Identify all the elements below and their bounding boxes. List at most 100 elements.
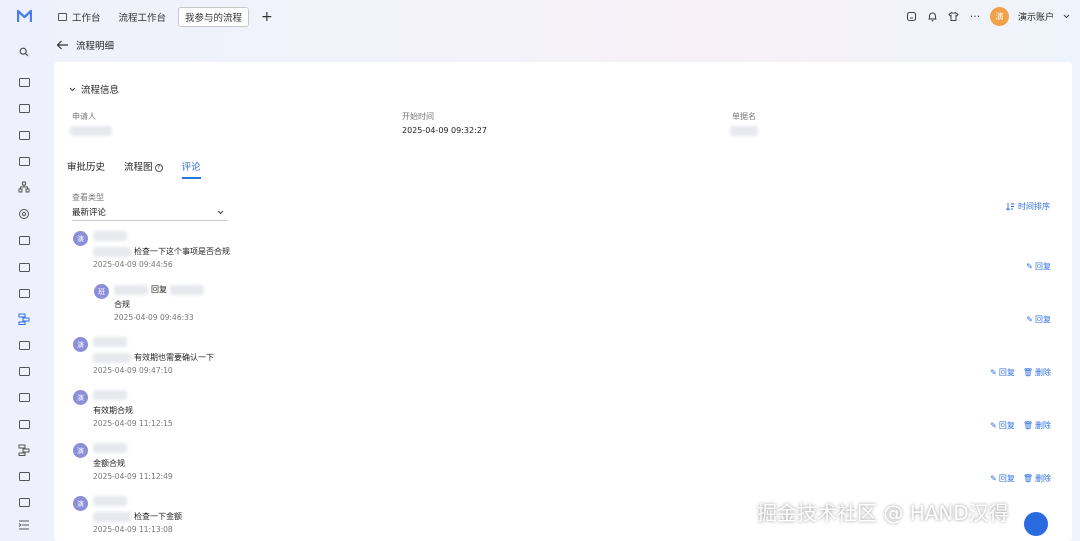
back-arrow-icon[interactable] (56, 40, 69, 50)
sort-label: 时间排序 (1018, 202, 1050, 211)
sidebar-item-5[interactable] (17, 180, 31, 194)
search-button[interactable] (14, 42, 34, 62)
avatar: 演 (73, 390, 88, 405)
top-right-toolbar: ··· 演 演示账户 (906, 7, 1070, 26)
sidebar-item-8[interactable] (17, 260, 31, 274)
commenter-name-redacted (93, 496, 127, 509)
delete-label: 删除 (1035, 421, 1051, 430)
workflow-icon (18, 313, 30, 325)
sidebar-item-17[interactable] (17, 495, 31, 509)
start-time-label: 开始时间 (402, 112, 434, 121)
module-icon (18, 471, 30, 481)
home-icon[interactable] (906, 11, 918, 23)
sidebar-item-workflow[interactable] (17, 312, 31, 326)
help-icon[interactable]: ? (154, 163, 163, 172)
reply-label: 回复 (998, 474, 1015, 483)
collapse-menu-icon (18, 520, 29, 530)
comment-time: 2025-04-09 09:46:33 (114, 313, 194, 322)
comment-text: 有效期也需要确认一下 (134, 353, 214, 362)
page-header: 流程明细 (56, 38, 114, 52)
sidebar-item-11[interactable] (17, 338, 31, 352)
reply-header: 回复 (114, 284, 204, 295)
tab-process-workbench[interactable]: 流程工作台 (113, 7, 173, 27)
filter-label: 查看类型 (72, 193, 104, 202)
tab-flow-chart[interactable]: 流程图? (124, 159, 163, 179)
comment-text-row: 有效期也需要确认一下 (93, 352, 214, 363)
assistant-fab[interactable] (1024, 512, 1048, 536)
sidebar-item-4[interactable] (17, 154, 31, 168)
chevron-down-icon[interactable] (1063, 14, 1070, 19)
mention-redacted (93, 246, 131, 257)
detail-tabs: 审批历史 流程图? 评论 (67, 159, 201, 179)
commenter-name-redacted (93, 390, 127, 403)
sidebar-item-13[interactable] (17, 390, 31, 404)
tab-workbench[interactable]: 工作台 (52, 7, 107, 27)
reply-button[interactable]: ✎ 回复 (990, 420, 1015, 431)
add-tab-button[interactable]: + (255, 9, 279, 25)
sidebar-item-16[interactable] (17, 469, 31, 483)
more-icon[interactable]: ··· (969, 10, 981, 23)
commenter-name-redacted (93, 231, 127, 244)
sidebar-item-12[interactable] (17, 364, 31, 378)
comment-actions: ✎ 回复 (1026, 261, 1051, 272)
gear-icon (19, 209, 29, 219)
reply-button[interactable]: ✎ 回复 (990, 473, 1015, 484)
left-sidebar (0, 34, 48, 541)
tab-my-processes[interactable]: 我参与的流程 (178, 7, 250, 27)
page-title: 流程明细 (76, 41, 115, 52)
edit-icon: ✎ (990, 421, 997, 430)
avatar: 演 (73, 443, 88, 458)
app-logo[interactable] (17, 9, 32, 24)
time-sort-button[interactable]: 时间排序 (1006, 201, 1050, 212)
tab-label: 流程图 (124, 162, 153, 173)
account-avatar[interactable]: 演 (989, 7, 1009, 26)
trash-icon: 🗑 (1022, 421, 1033, 430)
module-icon (18, 130, 30, 140)
bell-icon[interactable] (927, 11, 939, 23)
delete-label: 删除 (1035, 474, 1051, 483)
comment-text-row: 检查一下这个事项是否合规 (93, 246, 230, 257)
sidebar-collapse[interactable] (17, 518, 31, 532)
section-header-process-info[interactable]: 流程信息 (69, 82, 119, 96)
avatar: 班 (94, 284, 109, 299)
module-icon (18, 103, 30, 113)
tab-comments[interactable]: 评论 (181, 159, 201, 179)
sidebar-item-9[interactable] (17, 286, 31, 300)
module-icon (18, 497, 30, 507)
reply-button[interactable]: ✎ 回复 (990, 367, 1015, 378)
mention-redacted (93, 352, 131, 363)
tab-bar: 工作台 流程工作台 我参与的流程 + (52, 7, 279, 27)
commenter-name-redacted (93, 443, 127, 456)
shirt-icon[interactable] (948, 11, 960, 23)
reply-word: 回复 (151, 285, 167, 294)
sidebar-item-14[interactable] (17, 417, 31, 431)
comment-actions: ✎ 回复 🗑 删除 (990, 367, 1051, 378)
applicant-label: 申请人 (72, 112, 96, 121)
section-title: 流程信息 (81, 85, 120, 96)
edit-icon: ✎ (990, 368, 997, 377)
delete-button[interactable]: 🗑 删除 (1023, 473, 1051, 484)
sidebar-item-2[interactable] (17, 101, 31, 115)
watermark: 掘金技术社区 @ HAND汉得 (757, 501, 1009, 525)
delete-button[interactable]: 🗑 删除 (1023, 420, 1051, 431)
sidebar-item-1[interactable] (17, 75, 31, 89)
account-name[interactable]: 演示账户 (1018, 10, 1054, 23)
comment-text: 检查一下这个事项是否合规 (134, 247, 230, 256)
sidebar-item-15[interactable] (17, 443, 31, 457)
chevron-down-icon (217, 210, 224, 214)
reply-label: 回复 (1035, 315, 1051, 324)
tab-approval-history[interactable]: 审批历史 (67, 159, 105, 179)
comment-time: 2025-04-09 09:47:10 (93, 366, 173, 375)
sidebar-item-6[interactable] (17, 207, 31, 221)
reply-button[interactable]: ✎ 回复 (1026, 314, 1051, 325)
sort-icon (1006, 203, 1015, 211)
image-icon (18, 392, 30, 402)
tab-label: 我参与的流程 (185, 13, 243, 24)
sidebar-item-3[interactable] (17, 128, 31, 142)
reply-button[interactable]: ✎ 回复 (1026, 261, 1051, 272)
comment-type-select[interactable]: 最新评论 (72, 204, 228, 221)
comment-actions: ✎ 回复 (1026, 314, 1051, 325)
monitor-icon (58, 13, 67, 21)
delete-button[interactable]: 🗑 删除 (1023, 367, 1051, 378)
sidebar-item-7[interactable] (17, 233, 31, 247)
